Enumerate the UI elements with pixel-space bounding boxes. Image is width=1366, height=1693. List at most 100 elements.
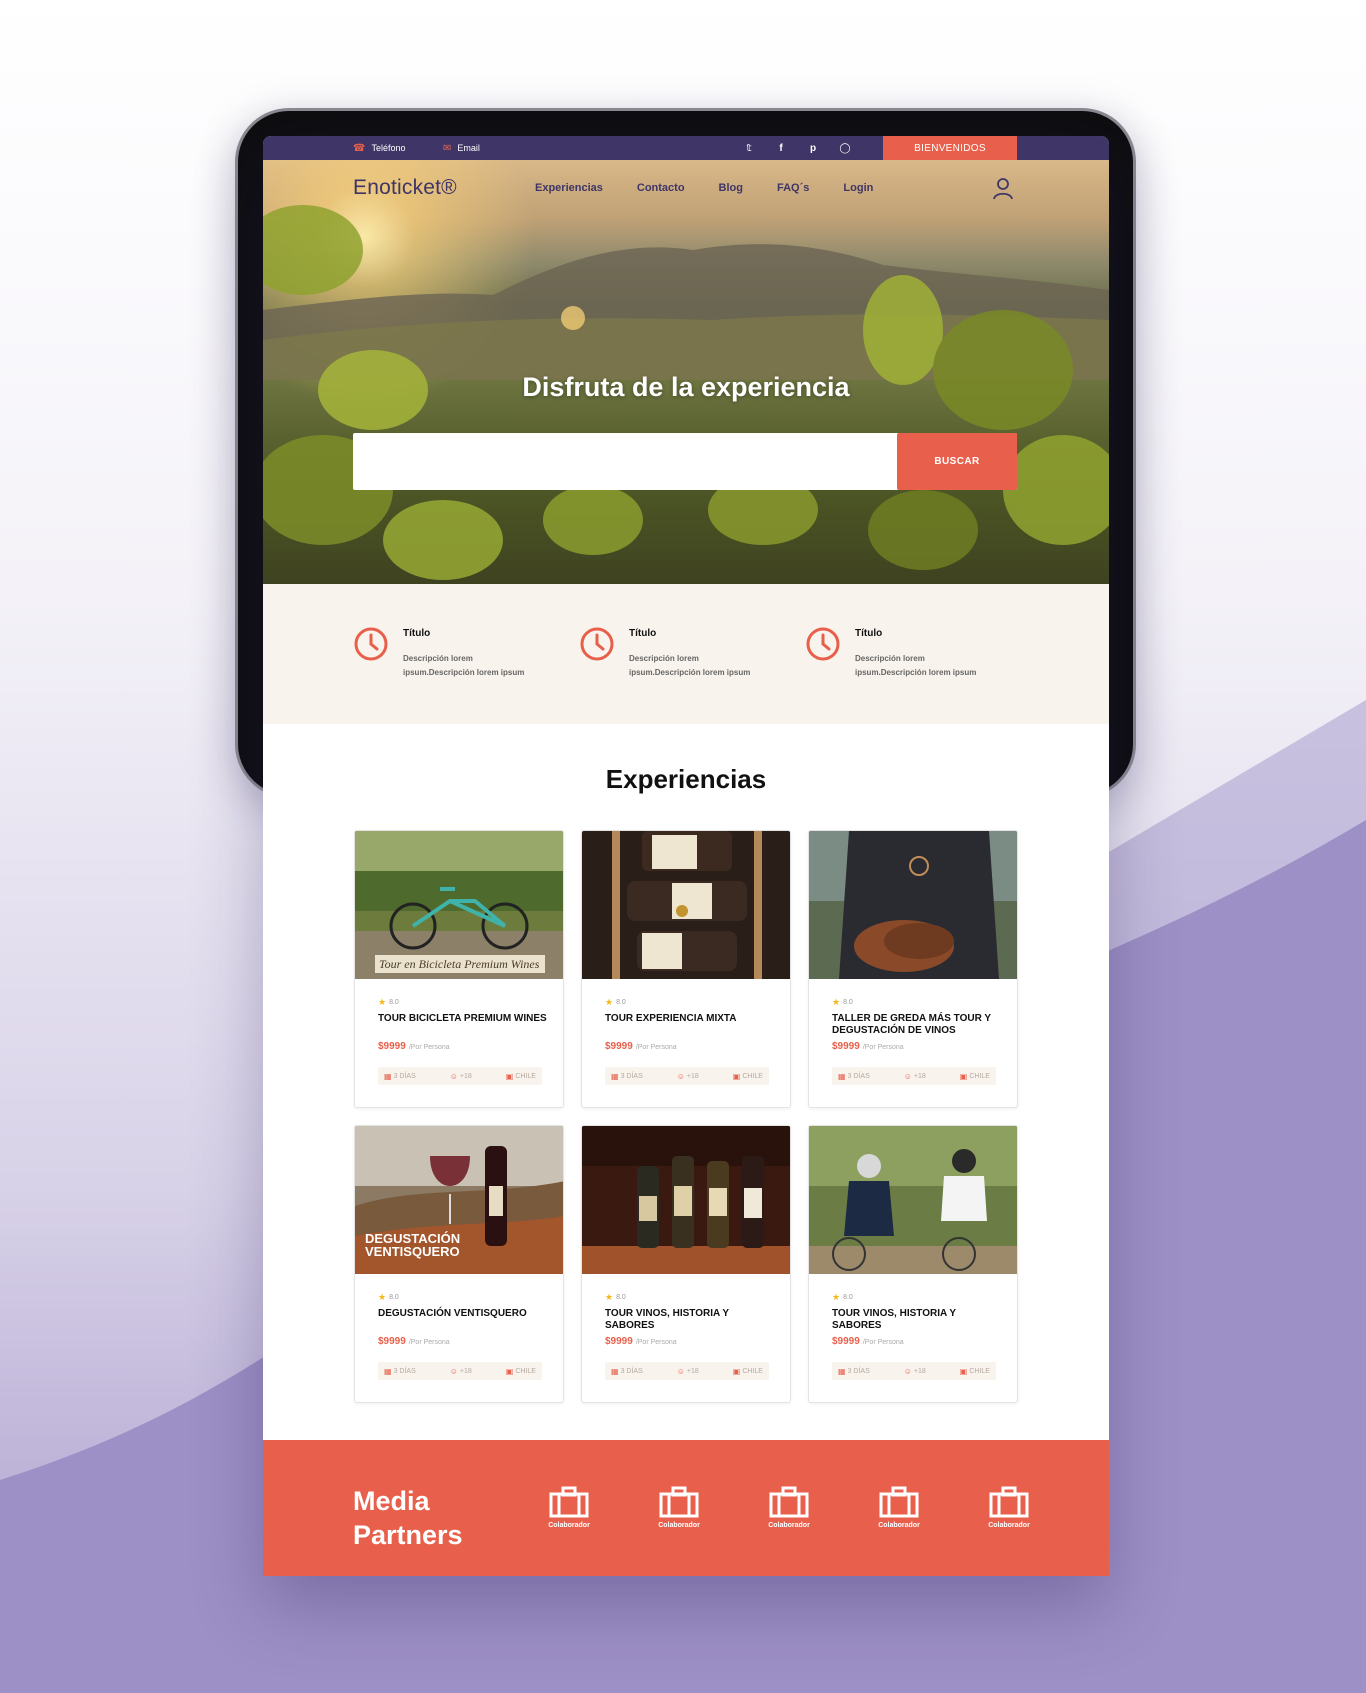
feature-title: Título: [403, 628, 431, 639]
phone-icon: ☎: [353, 142, 366, 154]
briefcase-icon: [659, 1486, 699, 1518]
card-image: DEGUSTACIÓN VENTISQUERO: [355, 1126, 563, 1274]
briefcase-icon: [549, 1486, 589, 1518]
person-icon: ☺: [449, 1366, 458, 1376]
welcome-button[interactable]: BIENVENIDOS: [883, 136, 1017, 160]
card-rating: ★ 8.0: [605, 1292, 626, 1302]
card-days: ▦ 3 DÍAS: [838, 1071, 870, 1081]
experience-card[interactable]: ★ 8.0 TALLER DE GREDA MÁS TOUR Y DEGUSTAC…: [808, 830, 1018, 1108]
card-rating: ★ 8.0: [832, 1292, 853, 1302]
star-icon: ★: [832, 997, 841, 1007]
map-icon: ▣: [505, 1366, 514, 1376]
card-price: $9999/Por Persona: [378, 1336, 450, 1347]
card-image: [582, 831, 790, 979]
nav-item-experiencias[interactable]: Experiencias: [535, 182, 603, 194]
experience-card[interactable]: Tour en Bicicleta Premium Wines ★ 8.0 TOU…: [354, 830, 564, 1108]
map-icon: ▣: [959, 1071, 968, 1081]
calendar-icon: ▦: [611, 1071, 619, 1081]
partner-item[interactable]: Colaborador: [644, 1486, 714, 1529]
hero-section: Enoticket® Experiencias Contacto Blog FA…: [263, 160, 1109, 584]
card-country: ▣ CHILE: [505, 1366, 536, 1376]
feature-item: Título Descripción lorem ipsum.Descripci…: [805, 626, 1005, 696]
search-button[interactable]: BUSCAR: [897, 433, 1017, 490]
calendar-icon: ▦: [384, 1366, 392, 1376]
card-image: [809, 831, 1017, 979]
card-meta: ▦ 3 DÍAS ☺ +18 ▣ CHILE: [378, 1067, 542, 1085]
card-days: ▦ 3 DÍAS: [611, 1071, 643, 1081]
card-image: [582, 1126, 790, 1274]
website: ☎ Teléfono ✉ Email 𝕥 f p ◯ BIENVENIDOS E…: [263, 136, 1109, 1576]
feature-item: Título Descripción lorem ipsum.Descripci…: [579, 626, 779, 696]
search-bar: BUSCAR: [353, 433, 1017, 490]
nav-item-login[interactable]: Login: [843, 182, 873, 194]
star-icon: ★: [605, 997, 614, 1007]
nav-item-contacto[interactable]: Contacto: [637, 182, 685, 194]
calendar-icon: ▦: [384, 1071, 392, 1081]
card-country: ▣ CHILE: [732, 1071, 763, 1081]
person-icon: ☺: [449, 1071, 458, 1081]
feature-title: Título: [629, 628, 657, 639]
nav-item-faq[interactable]: FAQ´s: [777, 182, 809, 194]
search-input[interactable]: [353, 433, 893, 490]
card-price: $9999/Por Persona: [832, 1041, 904, 1052]
partner-item[interactable]: Colaborador: [864, 1486, 934, 1529]
twitter-icon[interactable]: 𝕥: [733, 143, 765, 154]
star-icon: ★: [378, 1292, 387, 1302]
card-rating: ★ 8.0: [832, 997, 853, 1007]
email-icon: ✉: [443, 142, 452, 154]
nav-item-blog[interactable]: Blog: [719, 182, 743, 194]
user-icon[interactable]: [991, 176, 1015, 200]
card-country: ▣ CHILE: [959, 1071, 990, 1081]
phone-contact[interactable]: ☎ Teléfono: [353, 136, 406, 160]
card-meta: ▦ 3 DÍAS ☺ +18 ▣ CHILE: [605, 1362, 769, 1380]
person-icon: ☺: [676, 1071, 685, 1081]
card-age: ☺ +18: [676, 1071, 699, 1081]
partner-label: Colaborador: [548, 1522, 590, 1529]
media-partners-section: Media Partners Colaborador Colaborador C…: [263, 1440, 1109, 1576]
partner-label: Colaborador: [878, 1522, 920, 1529]
card-days: ▦ 3 DÍAS: [611, 1366, 643, 1376]
card-rating: ★ 8.0: [605, 997, 626, 1007]
features-section: Título Descripción lorem ipsum.Descripci…: [263, 584, 1109, 724]
card-title: TALLER DE GREDA MÁS TOUR Y DEGUSTACIÓN D…: [832, 1013, 991, 1036]
star-icon: ★: [832, 1292, 841, 1302]
card-days: ▦ 3 DÍAS: [384, 1366, 416, 1376]
clock-icon: [580, 627, 614, 661]
partner-item[interactable]: Colaborador: [534, 1486, 604, 1529]
card-meta: ▦ 3 DÍAS ☺ +18 ▣ CHILE: [832, 1362, 996, 1380]
card-meta: ▦ 3 DÍAS ☺ +18 ▣ CHILE: [378, 1362, 542, 1380]
feature-description: Descripción lorem ipsum.Descripción lore…: [855, 654, 977, 677]
partner-item[interactable]: Colaborador: [754, 1486, 824, 1529]
media-partners-title: Media Partners: [353, 1486, 463, 1550]
feature-description: Descripción lorem ipsum.Descripción lore…: [403, 654, 525, 677]
card-days: ▦ 3 DÍAS: [838, 1366, 870, 1376]
card-price: $9999/Por Persona: [605, 1336, 677, 1347]
card-title: TOUR VINOS, HISTORIA Y SABORES: [605, 1308, 729, 1331]
card-country: ▣ CHILE: [505, 1071, 536, 1081]
person-icon: ☺: [903, 1071, 912, 1081]
card-days: ▦ 3 DÍAS: [384, 1071, 416, 1081]
facebook-icon[interactable]: f: [765, 143, 797, 154]
calendar-icon: ▦: [611, 1366, 619, 1376]
map-icon: ▣: [505, 1071, 514, 1081]
card-image: Tour en Bicicleta Premium Wines: [355, 831, 563, 979]
experiences-title: Experiencias: [605, 764, 767, 794]
map-icon: ▣: [959, 1366, 968, 1376]
card-age: ☺ +18: [903, 1366, 926, 1376]
card-country: ▣ CHILE: [959, 1366, 990, 1376]
star-icon: ★: [605, 1292, 614, 1302]
experience-card[interactable]: ★ 8.0 TOUR EXPERIENCIA MIXTA $9999/Por Pe…: [581, 830, 791, 1108]
site-logo[interactable]: Enoticket®: [353, 176, 457, 200]
experience-card[interactable]: ★ 8.0 TOUR VINOS, HISTORIA Y SABORES $999…: [808, 1125, 1018, 1403]
card-image: [809, 1126, 1017, 1274]
email-contact[interactable]: ✉ Email: [443, 136, 480, 160]
briefcase-icon: [989, 1486, 1029, 1518]
card-title: TOUR EXPERIENCIA MIXTA: [605, 1013, 737, 1024]
instagram-icon[interactable]: ◯: [829, 143, 861, 154]
pinterest-icon[interactable]: p: [797, 143, 829, 154]
experience-card[interactable]: DEGUSTACIÓN VENTISQUERO ★ 8.0 DEGUSTACIÓN…: [354, 1125, 564, 1403]
briefcase-icon: [769, 1486, 809, 1518]
partner-item[interactable]: Colaborador: [974, 1486, 1044, 1529]
experience-card[interactable]: ★ 8.0 TOUR VINOS, HISTORIA Y SABORES $999…: [581, 1125, 791, 1403]
top-utility-bar: ☎ Teléfono ✉ Email 𝕥 f p ◯ BIENVENIDOS: [263, 136, 1109, 160]
